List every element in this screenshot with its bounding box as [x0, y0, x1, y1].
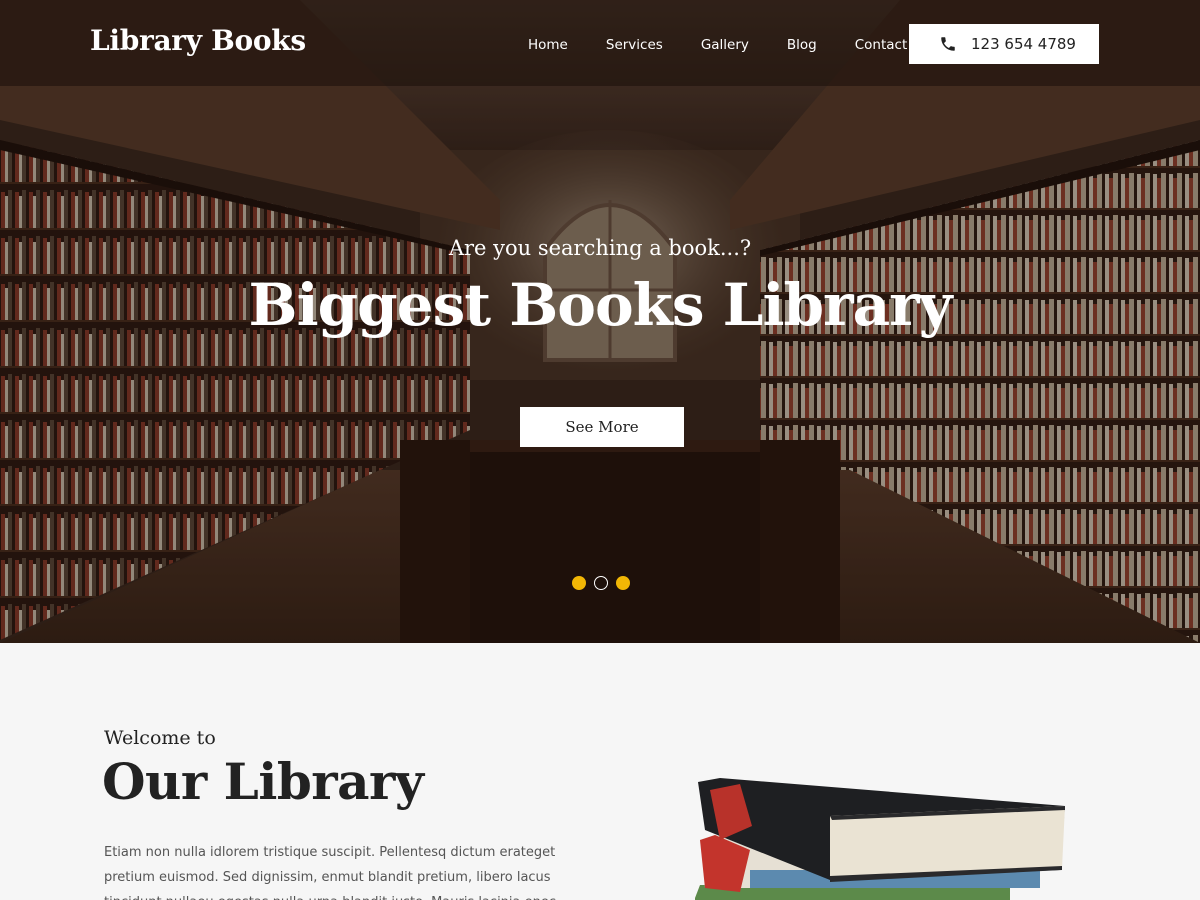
hero-subtitle: Are you searching a book...?: [448, 236, 752, 260]
slider-dot-2[interactable]: [594, 576, 608, 590]
book-stack-image: [695, 778, 1065, 900]
nav-contact-link[interactable]: Contact: [855, 37, 908, 53]
slider-dot-3[interactable]: [616, 576, 630, 590]
hero-title: Biggest Books Library: [248, 271, 953, 339]
top-navbar: Library Books Home Services Gallery Blog…: [0, 0, 1200, 86]
welcome-paragraph: Etiam non nulla idlorem tristique suscip…: [104, 845, 556, 900]
main-nav: Home Services Gallery Blog Contact: [528, 37, 945, 53]
nav-gallery-link[interactable]: Gallery: [701, 37, 749, 53]
welcome-subheading: Welcome to: [104, 727, 216, 749]
phone-icon: [941, 37, 955, 51]
nav-blog-link[interactable]: Blog: [787, 37, 817, 53]
welcome-heading: Our Library: [102, 752, 424, 811]
welcome-heading-bold: Library: [223, 752, 424, 811]
slider-dots: [572, 576, 638, 590]
nav-home-link[interactable]: Home: [528, 37, 568, 53]
hero-section: Library Books Home Services Gallery Blog…: [0, 0, 1200, 643]
phone-number: 123 654 4789: [971, 35, 1076, 53]
see-more-button[interactable]: See More: [520, 407, 684, 447]
nav-services-link[interactable]: Services: [606, 37, 663, 53]
welcome-heading-regular: Our: [102, 752, 224, 811]
phone-button[interactable]: 123 654 4789: [909, 24, 1099, 64]
slider-dot-1[interactable]: [572, 576, 586, 590]
site-logo[interactable]: Library Books: [90, 24, 306, 57]
